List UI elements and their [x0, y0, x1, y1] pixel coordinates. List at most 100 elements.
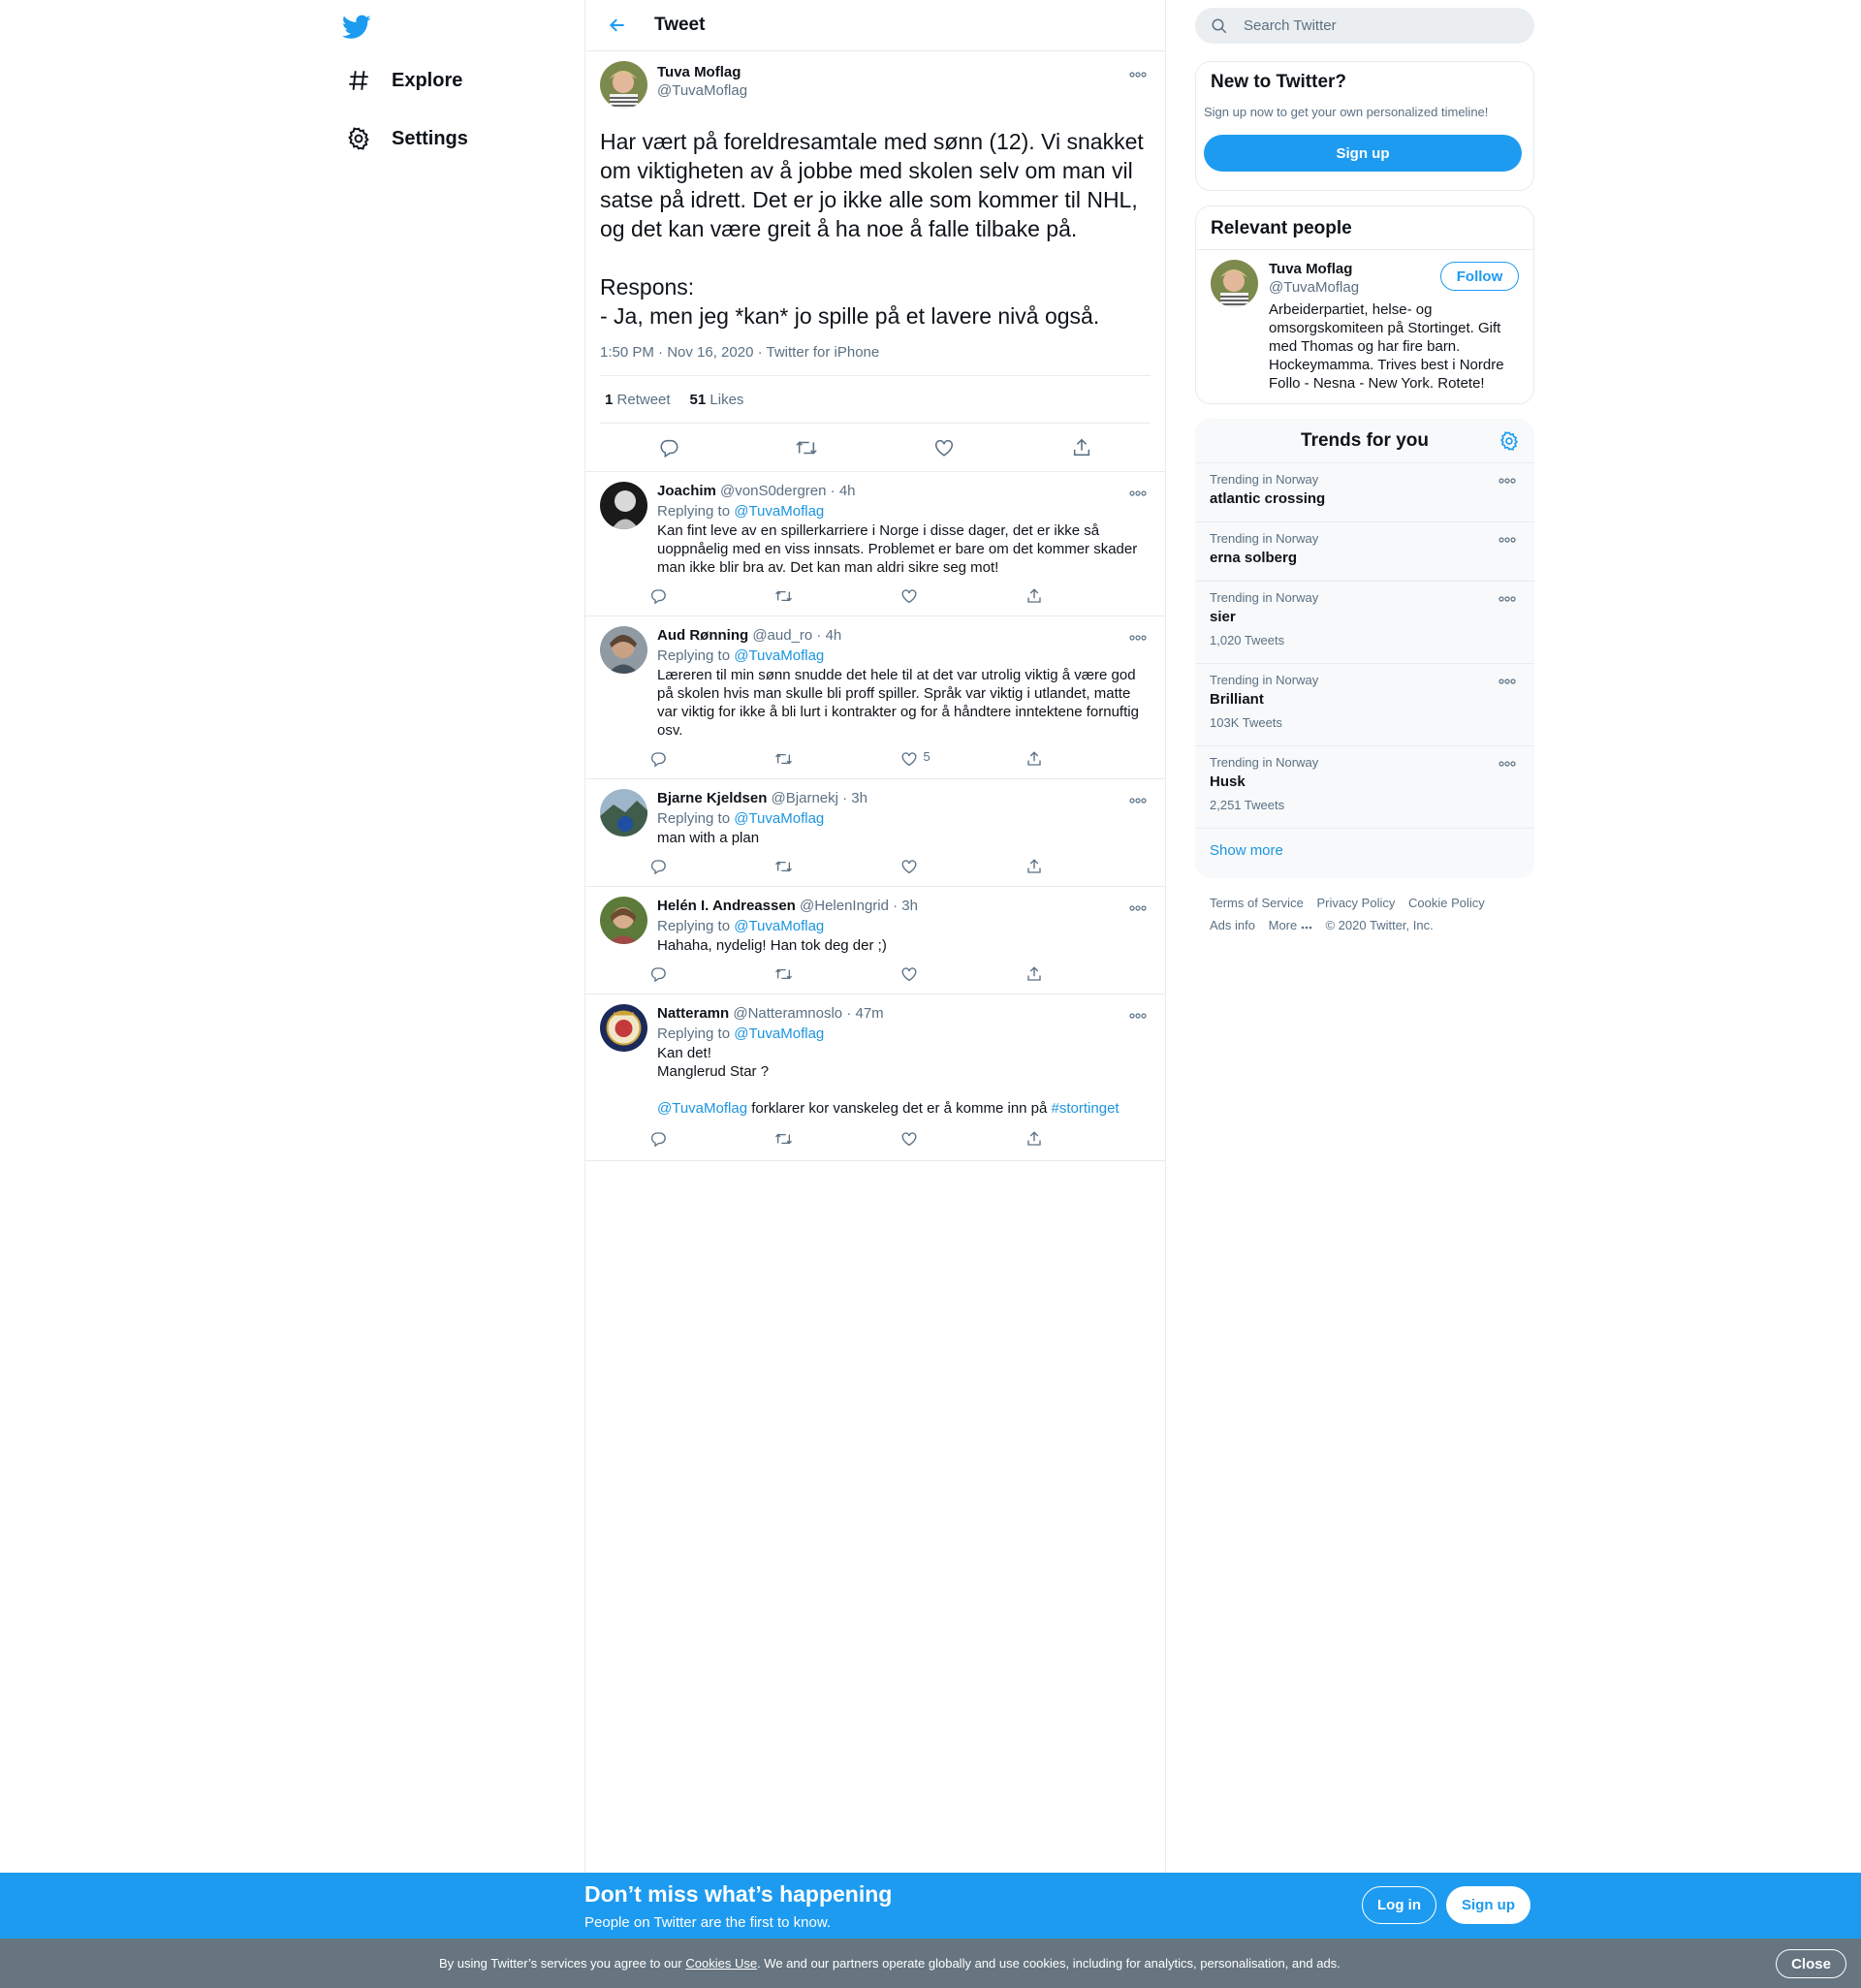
replying-to-mention[interactable]: @TuvaMoflag [734, 647, 824, 664]
share-icon[interactable] [1025, 587, 1151, 605]
avatar[interactable] [600, 61, 647, 109]
more-options-icon[interactable] [1125, 791, 1151, 810]
banner-sign-up-button[interactable]: Sign up [1446, 1886, 1530, 1924]
reply-time[interactable]: · 4h [831, 483, 856, 499]
like-heart-icon[interactable] [928, 431, 961, 464]
search-box[interactable] [1195, 8, 1534, 44]
reply-time[interactable]: · 3h [842, 790, 867, 806]
footer-cookie-link[interactable]: Cookie Policy [1408, 896, 1485, 910]
reply-author-name[interactable]: Aud Rønning [657, 627, 748, 644]
more-options-icon[interactable] [1495, 530, 1520, 550]
footer-ads-link[interactable]: Ads info [1210, 918, 1255, 932]
more-options-icon[interactable] [1125, 65, 1151, 84]
reply-author-handle[interactable]: @Bjarnekj [772, 790, 838, 806]
show-more-link[interactable]: Show more [1195, 829, 1534, 872]
reply-author-handle[interactable]: @HelenIngrid [800, 898, 889, 914]
more-options-icon[interactable] [1125, 899, 1151, 918]
sign-up-button[interactable]: Sign up [1204, 135, 1522, 172]
more-options-icon[interactable] [1495, 471, 1520, 490]
nav-settings[interactable]: Settings [337, 114, 476, 163]
nav-explore[interactable]: Explore [337, 56, 470, 105]
cookies-use-link[interactable]: Cookies Use [685, 1956, 757, 1971]
reply-time[interactable]: · 47m [846, 1005, 883, 1022]
avatar[interactable] [600, 626, 647, 674]
replying-to-mention[interactable]: @TuvaMoflag [734, 503, 824, 520]
retweet-icon[interactable] [774, 750, 899, 768]
reply-author-handle[interactable]: @vonS0dergren [720, 483, 826, 499]
like-heart-icon[interactable] [900, 587, 1025, 605]
retweet-icon[interactable] [774, 965, 899, 983]
more-options-icon[interactable] [1125, 484, 1151, 503]
avatar[interactable] [600, 482, 647, 529]
reply-tweet[interactable]: Aud Rønning @aud_ro · 4h Replying to @Tu… [585, 615, 1165, 778]
reply-hashtag[interactable]: #stortinget [1052, 1100, 1120, 1117]
author-display-name[interactable]: Tuva Moflag [657, 63, 747, 82]
reply-author-name[interactable]: Bjarne Kjeldsen [657, 790, 767, 806]
reply-icon[interactable] [649, 587, 774, 605]
avatar[interactable] [1211, 260, 1258, 307]
footer-more-link[interactable]: More [1269, 918, 1312, 932]
reply-icon[interactable] [649, 965, 774, 983]
replying-to-mention[interactable]: @TuvaMoflag [734, 1026, 824, 1042]
tweet-timestamp[interactable]: 1:50 PM · Nov 16, 2020 [600, 344, 753, 361]
share-icon[interactable] [1025, 750, 1151, 768]
retweet-icon[interactable] [774, 1130, 899, 1148]
share-icon[interactable] [1025, 1130, 1151, 1148]
replying-to-mention[interactable]: @TuvaMoflag [734, 918, 824, 934]
share-icon[interactable] [1025, 965, 1151, 983]
reply-icon[interactable] [649, 858, 774, 875]
retweet-icon[interactable] [774, 858, 899, 875]
retweet-icon[interactable] [774, 587, 899, 605]
more-options-icon[interactable] [1495, 672, 1520, 691]
trend-item[interactable]: Trending in Norway Brilliant 103K Tweets [1195, 664, 1534, 746]
avatar[interactable] [600, 789, 647, 836]
like-heart-icon[interactable] [900, 965, 1025, 983]
footer-privacy-link[interactable]: Privacy Policy [1316, 896, 1395, 910]
tweet-source[interactable]: Twitter for iPhone [767, 344, 880, 361]
footer-terms-link[interactable]: Terms of Service [1210, 896, 1304, 910]
close-cookie-button[interactable]: Close [1776, 1949, 1846, 1978]
follow-button[interactable]: Follow [1440, 262, 1519, 291]
trend-item[interactable]: Trending in Norway Husk 2,251 Tweets [1195, 746, 1534, 829]
avatar[interactable] [600, 897, 647, 944]
reply-author-handle[interactable]: @Natteramnoslo [733, 1005, 842, 1022]
retweet-icon[interactable] [790, 431, 823, 464]
twitter-bird-icon[interactable] [337, 8, 376, 47]
reply-icon[interactable] [649, 750, 774, 768]
reply-time[interactable]: · 3h [893, 898, 918, 914]
like-heart-icon[interactable] [900, 1130, 1025, 1148]
back-arrow-icon[interactable] [600, 8, 635, 43]
share-icon[interactable] [1065, 431, 1098, 464]
search-input[interactable] [1244, 17, 1515, 34]
share-icon[interactable] [1025, 858, 1151, 875]
trend-item[interactable]: Trending in Norway atlantic crossing [1195, 463, 1534, 522]
reply-tweet[interactable]: Natteramn @Natteramnoslo · 47m Replying … [585, 994, 1165, 1161]
settings-gear-icon[interactable] [1498, 430, 1520, 452]
reply-icon[interactable] [652, 431, 685, 464]
like-heart-icon[interactable]: 5 [900, 749, 1025, 768]
trend-item[interactable]: Trending in Norway sier 1,020 Tweets [1195, 582, 1534, 664]
reply-tweet[interactable]: Joachim @vonS0dergren · 4h Replying to @… [585, 471, 1165, 615]
likes-stat[interactable]: 51 Likes [690, 392, 744, 408]
more-options-icon[interactable] [1495, 589, 1520, 609]
trend-item[interactable]: Trending in Norway erna solberg [1195, 522, 1534, 582]
more-options-icon[interactable] [1125, 628, 1151, 647]
reply-tweet[interactable]: Helén I. Andreassen @HelenIngrid · 3h Re… [585, 886, 1165, 994]
more-options-icon[interactable] [1495, 754, 1520, 773]
reply-time[interactable]: · 4h [816, 627, 841, 644]
log-in-button[interactable]: Log in [1362, 1886, 1436, 1924]
reply-tweet[interactable]: Bjarne Kjeldsen @Bjarnekj · 3h Replying … [585, 778, 1165, 886]
replying-to-mention[interactable]: @TuvaMoflag [734, 810, 824, 827]
reply-author-name[interactable]: Joachim [657, 483, 716, 499]
more-options-icon[interactable] [1125, 1006, 1151, 1026]
like-heart-icon[interactable] [900, 858, 1025, 875]
avatar[interactable] [600, 1004, 647, 1052]
reply-author-name[interactable]: Natteramn [657, 1005, 729, 1022]
reply-author-name[interactable]: Helén I. Andreassen [657, 898, 796, 914]
reply-mention[interactable]: @TuvaMoflag [657, 1100, 747, 1117]
author-username[interactable]: @TuvaMoflag [657, 82, 747, 100]
retweets-stat[interactable]: 1 Retweet [605, 392, 671, 408]
reply-author-handle[interactable]: @aud_ro [752, 627, 812, 644]
relevant-person[interactable]: Tuva Moflag @TuvaMoflag Follow Arbeiderp… [1196, 250, 1533, 393]
reply-icon[interactable] [649, 1130, 774, 1148]
